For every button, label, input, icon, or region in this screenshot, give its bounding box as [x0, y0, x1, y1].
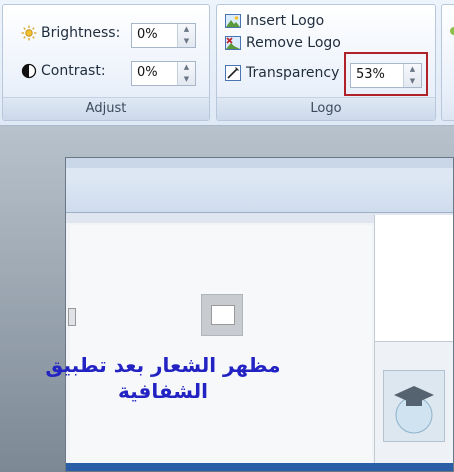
arabic-caption: مظهر الشعار بعد تطبيق الشفافية: [38, 352, 288, 404]
logo-group-label: Logo: [217, 97, 435, 120]
contrast-spinner[interactable]: 0% ▲ ▼: [131, 61, 196, 86]
adjust-group-label: Adjust: [3, 97, 209, 120]
mini-logo-preview: [383, 370, 445, 442]
insert-logo-button[interactable]: Insert Logo: [225, 13, 324, 29]
brightness-row: Brightness:: [21, 25, 120, 41]
brightness-up-icon[interactable]: ▲: [178, 24, 195, 36]
remove-logo-icon: [225, 35, 241, 51]
mini-logo-frame: [201, 294, 243, 336]
mini-slide: [70, 225, 372, 465]
insert-logo-icon: [225, 13, 241, 29]
brightness-down-icon[interactable]: ▼: [178, 36, 195, 48]
brightness-label: Brightness:: [41, 25, 121, 41]
mini-logo: [211, 305, 235, 325]
mini-right-panel: [374, 215, 453, 466]
mini-taskbar: [66, 463, 453, 471]
mini-preview-panel: [375, 341, 453, 466]
transparency-button[interactable]: Transparency: [225, 65, 339, 81]
brightness-spinner[interactable]: 0% ▲ ▼: [131, 23, 196, 48]
partial-icon: [450, 27, 454, 35]
brightness-spin-arrows[interactable]: ▲ ▼: [177, 24, 195, 47]
caption-line-2: الشفافية: [117, 379, 208, 403]
contrast-value[interactable]: 0%: [137, 65, 158, 80]
remove-logo-label: Remove Logo: [246, 35, 341, 51]
brightness-icon: [21, 25, 37, 41]
adjust-group: Brightness: 0% ▲ ▼ Contrast: 0% ▲ ▼ Adju…: [2, 4, 210, 121]
mini-scroll-handle: [68, 308, 76, 326]
contrast-spin-arrows[interactable]: ▲ ▼: [177, 62, 195, 85]
contrast-label: Contrast:: [41, 63, 106, 79]
transparency-label: Transparency: [246, 65, 340, 81]
caption-line-1: مظهر الشعار بعد تطبيق: [45, 353, 281, 377]
insert-logo-label: Insert Logo: [246, 13, 325, 29]
mini-ribbon: [66, 158, 453, 213]
contrast-down-icon[interactable]: ▼: [178, 74, 195, 86]
contrast-up-icon[interactable]: ▲: [178, 62, 195, 74]
embedded-screenshot: [65, 157, 454, 472]
mini-titlebar: [66, 158, 453, 168]
ribbon: Brightness: 0% ▲ ▼ Contrast: 0% ▲ ▼ Adju…: [0, 0, 454, 126]
mini-tabs: [66, 168, 453, 175]
graduation-cap-icon: [394, 386, 434, 434]
contrast-icon: [21, 63, 37, 79]
transparency-icon: [225, 65, 241, 81]
next-group-edge: [441, 4, 454, 121]
remove-logo-button[interactable]: Remove Logo: [225, 35, 341, 51]
contrast-row: Contrast:: [21, 63, 106, 79]
transparency-highlight-box: [344, 52, 428, 96]
brightness-value[interactable]: 0%: [137, 27, 158, 42]
